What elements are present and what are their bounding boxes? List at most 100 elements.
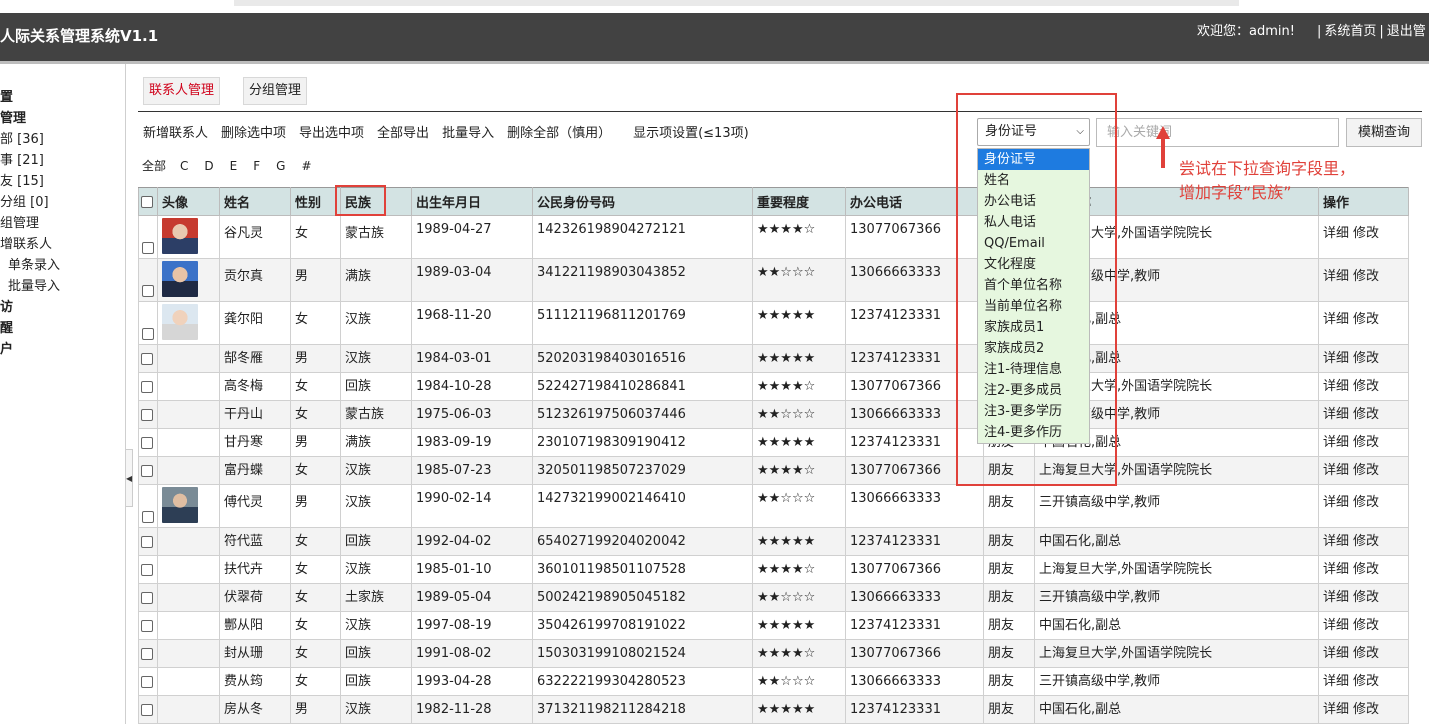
avatar[interactable]	[162, 261, 198, 297]
delete-selected-button[interactable]: 删除选中项	[221, 126, 286, 141]
edit-link[interactable]: 修改	[1353, 407, 1379, 422]
row-checkbox[interactable]	[141, 408, 153, 421]
letter-d[interactable]: D	[204, 159, 213, 173]
edit-link[interactable]: 修改	[1353, 226, 1379, 241]
letter-f[interactable]: F	[253, 159, 260, 173]
row-checkbox[interactable]	[141, 675, 153, 688]
row-checkbox[interactable]	[141, 535, 153, 548]
row-checkbox[interactable]	[142, 242, 154, 254]
row-checkbox[interactable]	[142, 328, 154, 340]
dropdown-option[interactable]: 注2-更多成员	[978, 380, 1089, 401]
sidebar-item-friends[interactable]: 友 [15]	[0, 173, 44, 191]
detail-link[interactable]: 详细	[1323, 702, 1349, 717]
row-checkbox[interactable]	[141, 436, 153, 449]
dropdown-option[interactable]: 家族成员2	[978, 338, 1089, 359]
detail-link[interactable]: 详细	[1323, 351, 1349, 366]
letter-c[interactable]: C	[180, 159, 188, 173]
edit-link[interactable]: 修改	[1353, 495, 1379, 510]
row-checkbox[interactable]	[141, 619, 153, 632]
edit-link[interactable]: 修改	[1353, 269, 1379, 284]
letter-g[interactable]: G	[276, 159, 285, 173]
detail-link[interactable]: 详细	[1323, 312, 1349, 327]
letter-e[interactable]: E	[230, 159, 238, 173]
sidebar-item-add-contact[interactable]: 增联系人	[0, 236, 52, 254]
dropdown-option[interactable]: 注4-更多作历	[978, 422, 1089, 443]
sidebar-item-settings[interactable]: 置	[0, 89, 13, 107]
row-checkbox[interactable]	[142, 511, 154, 523]
edit-link[interactable]: 修改	[1353, 618, 1379, 633]
sidebar-item-single-entry[interactable]: 单条录入	[8, 257, 60, 275]
fuzzy-search-button[interactable]: 模糊查询	[1346, 118, 1422, 147]
detail-link[interactable]: 详细	[1323, 674, 1349, 689]
collapse-sidebar-icon[interactable]: ◀	[126, 449, 133, 507]
sidebar-item-colleagues[interactable]: 事 [21]	[0, 152, 44, 170]
sidebar-item-users[interactable]: 户	[0, 341, 13, 359]
search-input[interactable]	[1096, 118, 1339, 147]
edit-link[interactable]: 修改	[1353, 674, 1379, 689]
col-gender[interactable]: 性别	[290, 187, 341, 216]
col-name[interactable]: 姓名	[219, 187, 291, 216]
delete-all-button[interactable]: 删除全部（慎用）	[507, 126, 611, 141]
export-all-button[interactable]: 全部导出	[377, 126, 429, 141]
tab-group-management[interactable]: 分组管理	[243, 77, 308, 105]
display-settings-button[interactable]: 显示项设置(≤13项)	[633, 126, 749, 141]
dropdown-option[interactable]: 注3-更多学历	[978, 401, 1089, 422]
row-checkbox[interactable]	[142, 285, 154, 297]
dropdown-option[interactable]: 家族成员1	[978, 317, 1089, 338]
letter-hash[interactable]: #	[301, 159, 311, 173]
avatar[interactable]	[162, 304, 198, 340]
detail-link[interactable]: 详细	[1323, 534, 1349, 549]
row-checkbox[interactable]	[141, 647, 153, 660]
row-checkbox[interactable]	[141, 464, 153, 477]
detail-link[interactable]: 详细	[1323, 269, 1349, 284]
dropdown-option[interactable]: 办公电话	[978, 191, 1089, 212]
select-all-checkbox[interactable]	[141, 195, 153, 208]
sidebar-item-all[interactable]: 部 [36]	[0, 131, 44, 149]
detail-link[interactable]: 详细	[1323, 407, 1349, 422]
sidebar-item-ungrouped[interactable]: 分组 [0]	[0, 194, 49, 212]
edit-link[interactable]: 修改	[1353, 379, 1379, 394]
edit-link[interactable]: 修改	[1353, 590, 1379, 605]
dropdown-option[interactable]: 当前单位名称	[978, 296, 1089, 317]
edit-link[interactable]: 修改	[1353, 562, 1379, 577]
row-checkbox[interactable]	[141, 591, 153, 604]
dropdown-option[interactable]: 身份证号	[978, 149, 1089, 170]
row-checkbox[interactable]	[141, 563, 153, 576]
detail-link[interactable]: 详细	[1323, 495, 1349, 510]
edit-link[interactable]: 修改	[1353, 312, 1379, 327]
col-importance[interactable]: 重要程度	[752, 187, 846, 216]
detail-link[interactable]: 详细	[1323, 463, 1349, 478]
dropdown-option[interactable]: 首个单位名称	[978, 275, 1089, 296]
detail-link[interactable]: 详细	[1323, 379, 1349, 394]
sidebar-item-management[interactable]: 管理	[0, 110, 26, 128]
edit-link[interactable]: 修改	[1353, 463, 1379, 478]
detail-link[interactable]: 详细	[1323, 562, 1349, 577]
home-link[interactable]: 系统首页	[1324, 24, 1376, 39]
row-checkbox[interactable]	[141, 380, 153, 393]
detail-link[interactable]: 详细	[1323, 646, 1349, 661]
dropdown-option[interactable]: 姓名	[978, 170, 1089, 191]
col-id-number[interactable]: 公民身份号码	[532, 187, 753, 216]
detail-link[interactable]: 详细	[1323, 226, 1349, 241]
edit-link[interactable]: 修改	[1353, 351, 1379, 366]
add-contact-button[interactable]: 新增联系人	[143, 126, 208, 141]
sidebar-item-group-management[interactable]: 组管理	[0, 215, 39, 233]
edit-link[interactable]: 修改	[1353, 534, 1379, 549]
avatar[interactable]	[162, 487, 198, 523]
edit-link[interactable]: 修改	[1353, 702, 1379, 717]
sidebar-item-visits[interactable]: 访	[0, 299, 13, 317]
edit-link[interactable]: 修改	[1353, 435, 1379, 450]
col-birthdate[interactable]: 出生年月日	[411, 187, 533, 216]
edit-link[interactable]: 修改	[1353, 646, 1379, 661]
tab-contact-management[interactable]: 联系人管理	[143, 77, 221, 105]
dropdown-option[interactable]: 文化程度	[978, 254, 1089, 275]
dropdown-option[interactable]: 私人电话	[978, 212, 1089, 233]
avatar[interactable]	[162, 218, 198, 254]
dropdown-option[interactable]: 注1-待理信息	[978, 359, 1089, 380]
detail-link[interactable]: 详细	[1323, 618, 1349, 633]
dropdown-option[interactable]: QQ/Email	[978, 233, 1089, 254]
sidebar-item-batch-import[interactable]: 批量导入	[8, 278, 60, 296]
batch-import-button[interactable]: 批量导入	[442, 126, 494, 141]
row-checkbox[interactable]	[141, 352, 153, 365]
sidebar-item-reminders[interactable]: 醒	[0, 320, 13, 338]
